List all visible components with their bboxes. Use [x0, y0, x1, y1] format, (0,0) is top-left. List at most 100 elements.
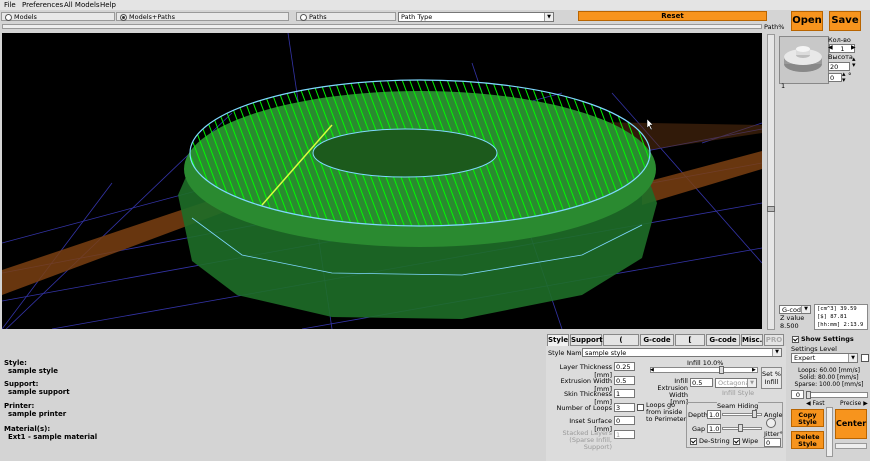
speed-slider-thumb[interactable] [806, 391, 811, 399]
tab-printer[interactable]: [ Printer [675, 334, 705, 355]
path-percent-label: Path% [764, 23, 785, 31]
save-button[interactable]: Save [829, 11, 861, 31]
checkbox-icon [637, 403, 644, 411]
view-paths-radio[interactable]: Paths [296, 12, 396, 21]
infill-line [646, 80, 650, 226]
skin-thickness-input[interactable]: 1 [614, 389, 635, 398]
height-input[interactable]: 20 [828, 62, 850, 71]
qty-increment-icon[interactable]: ▶ [851, 44, 856, 51]
infill-slider-thumb[interactable] [719, 366, 725, 374]
layer-slider-thumb[interactable] [767, 206, 775, 212]
rotation-stepper-icon[interactable]: ▴ ▾ [842, 71, 846, 84]
destring-checkbox[interactable]: De-String [690, 437, 730, 445]
jitter-label: Jitter° [764, 430, 783, 438]
path-percent-slider[interactable] [2, 24, 762, 29]
horizontal-scrollbar[interactable] [835, 443, 867, 449]
angle-dial-icon[interactable] [766, 418, 776, 428]
infill-extrusion-input[interactable]: 0.5 [690, 378, 713, 387]
settings-extra-checkbox[interactable] [861, 354, 869, 362]
style-value: sample style [8, 367, 59, 375]
bed-rail-right [642, 151, 762, 205]
loops-speed: Loops: 60.00 [mm/s] [797, 367, 861, 374]
stat-cost: [$] 87.81 [817, 314, 847, 320]
view-models-radio[interactable]: Models [1, 12, 115, 21]
degree-label: ° [848, 72, 852, 80]
infill-right-arrow-icon[interactable]: ▶ [752, 367, 756, 373]
height-stepper-icon[interactable]: ▴ ▾ [852, 56, 856, 69]
tab-gcode-material[interactable]: G-code ) [640, 334, 674, 355]
extrusion-width-input[interactable]: 0.5 [614, 376, 635, 385]
gcode-select[interactable]: G-code ▼ [779, 305, 811, 314]
inset-input[interactable]: 0 [614, 416, 635, 425]
stat-time: [hh:mm] 2:13.9 [817, 322, 864, 328]
open-button[interactable]: Open [791, 11, 823, 31]
fast-label: ◀ Fast [806, 400, 825, 407]
gap-slider-thumb[interactable] [738, 424, 743, 432]
menu-preferences[interactable]: Preferences [22, 1, 63, 9]
layer-slider[interactable] [767, 34, 775, 330]
radio-icon [300, 13, 307, 21]
tab-misc[interactable]: Misc. [741, 334, 763, 346]
style-name-select[interactable]: sample style ▼ [582, 348, 782, 357]
loops-direction-checkbox[interactable] [637, 403, 646, 411]
depth-slider-thumb[interactable] [752, 410, 757, 418]
set-infill-button[interactable]: Set % Infill [761, 367, 782, 389]
3d-viewport[interactable] [2, 33, 762, 329]
show-settings-label: Show Settings [801, 335, 854, 343]
qty-label: Кол-во [828, 36, 851, 44]
material-heading: Material(s): [4, 425, 51, 433]
infill-left-arrow-icon[interactable]: ◀ [650, 367, 654, 373]
precise-text: Precise [840, 400, 862, 407]
qty-decrement-icon[interactable]: ◀ [828, 44, 833, 51]
settings-level-value: Expert [794, 354, 816, 362]
settings-level-select[interactable]: Expert ▼ [791, 353, 858, 363]
tab-pro[interactable]: PRO [764, 334, 784, 346]
model-thumbnail[interactable] [779, 36, 829, 84]
stacked-layers-sub: (Sparse Infill, Support) [569, 436, 612, 451]
summary-panel: Style: sample style Support: sample supp… [0, 355, 545, 461]
view-models-paths-label: Models+Paths [129, 13, 176, 21]
scene-render [2, 33, 762, 329]
depth-input[interactable]: 1.0 [707, 410, 721, 419]
menu-bar: File Preferences All Models Help [0, 0, 870, 10]
fast-text: Fast [812, 400, 825, 407]
jitter-input[interactable]: 0 [764, 438, 781, 447]
infill-slider[interactable] [650, 367, 758, 373]
speed-summary: Loops: 60.00 [mm/s] Solid: 80.00 [mm/s] … [791, 367, 867, 388]
infill-label: Infill 10.0% [687, 359, 724, 367]
tab-style[interactable]: Style [547, 334, 569, 346]
layer-thickness-input[interactable]: 0.25 [614, 362, 635, 371]
stacked-layers-input[interactable]: 1 [614, 430, 635, 439]
loops-label: Number of Loops [556, 404, 612, 412]
chevron-down-icon: ▼ [747, 379, 756, 387]
speed-input[interactable]: 0 [791, 390, 804, 399]
copy-style-button[interactable]: Copy Style [791, 409, 824, 427]
stacked-layers-label: Stacked Layers (Sparse Infill, Support) [546, 430, 612, 451]
radio-icon [5, 13, 12, 21]
menu-all-models[interactable]: All Models [64, 1, 100, 9]
vertical-scrollbar[interactable] [826, 407, 833, 457]
tab-support[interactable]: Support [570, 334, 603, 346]
print-stats: [cm^3] 39.59 [$] 87.81 [hh:mm] 2:13.9 [814, 304, 868, 330]
material-value: Ext1 - sample material [8, 433, 98, 441]
wipe-checkbox[interactable]: Wipe [733, 437, 758, 445]
show-settings-checkbox[interactable]: Show Settings [792, 335, 854, 343]
menu-help[interactable]: Help [100, 1, 116, 9]
speed-slider[interactable] [806, 392, 868, 398]
view-models-paths-radio[interactable]: Models+Paths [116, 12, 289, 21]
delete-style-button[interactable]: Delete Style [791, 431, 824, 449]
loops-input[interactable]: 3 [614, 403, 635, 412]
infill-style-select[interactable]: Octagonal ▼ [715, 378, 757, 388]
reset-button[interactable]: Reset [578, 11, 767, 21]
radio-selected-icon [120, 13, 127, 21]
infill-line [670, 73, 730, 233]
tab-gcode-printer[interactable]: G-code ] [706, 334, 740, 355]
tab-material[interactable]: ( Material [603, 334, 639, 355]
z-value: 8.500 [780, 322, 799, 330]
menu-file[interactable]: File [4, 1, 16, 9]
rotation-input[interactable]: 0 [828, 73, 842, 82]
gap-input[interactable]: 1.0 [707, 424, 721, 433]
center-button[interactable]: Center [835, 409, 867, 439]
checkbox-checked-icon [792, 335, 799, 343]
path-type-select[interactable]: Path Type ▼ [398, 12, 554, 22]
